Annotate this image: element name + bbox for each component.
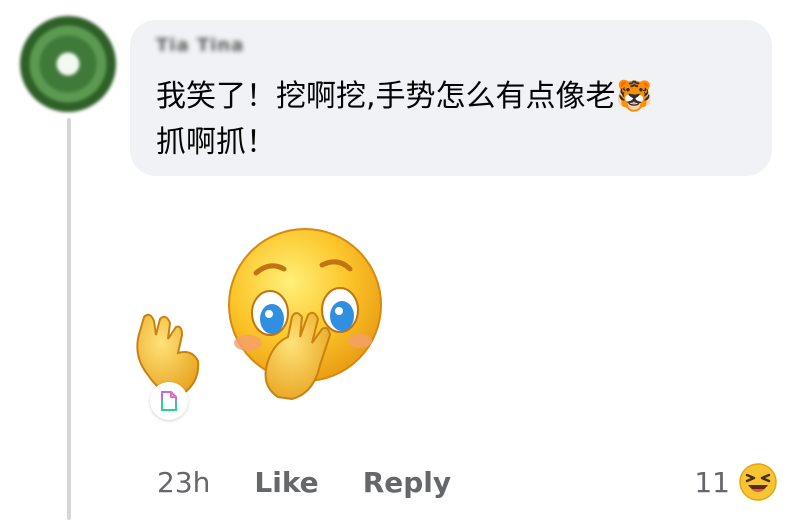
- reaction-summary[interactable]: 11: [694, 460, 778, 504]
- reaction-count: 11: [694, 465, 730, 499]
- avatar[interactable]: [20, 16, 116, 112]
- laughing-emoji-icon: [739, 463, 777, 501]
- comment-bubble: Tia Tina 我笑了！挖啊挖,手势怎么有点像老🐯 抓啊抓！: [130, 20, 772, 176]
- comment-author[interactable]: Tia Tina: [156, 34, 244, 58]
- reply-button[interactable]: Reply: [363, 466, 451, 499]
- timestamp[interactable]: 23h: [157, 466, 210, 499]
- shy-emoji-sticker-icon: [136, 228, 382, 400]
- file-icon[interactable]: [150, 382, 188, 420]
- comment-text: 我笑了！挖啊挖,手势怎么有点像老🐯 抓啊抓！: [156, 79, 653, 160]
- thread-line: [67, 118, 71, 520]
- like-button[interactable]: Like: [254, 466, 318, 499]
- comment-actions: 23h Like Reply: [157, 460, 495, 504]
